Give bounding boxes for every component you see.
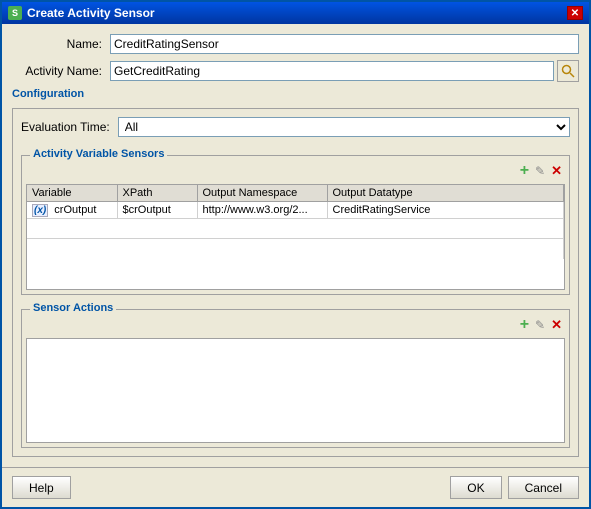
title-bar-left: S Create Activity Sensor: [8, 6, 155, 20]
sensor-actions-title: Sensor Actions: [30, 302, 116, 314]
name-input[interactable]: [110, 34, 579, 54]
activity-variable-sensors-section: Activity Variable Sensors + ✎ ✕: [21, 155, 570, 295]
activity-name-label: Activity Name:: [12, 64, 102, 78]
name-label: Name:: [12, 37, 102, 51]
sensor-actions-delete-button[interactable]: ✕: [550, 316, 563, 334]
sensor-actions-section: Sensor Actions + ✎ ✕: [21, 309, 570, 449]
activity-name-row: Activity Name:: [12, 60, 579, 82]
activity-name-input[interactable]: [110, 61, 554, 81]
create-activity-sensor-window: S Create Activity Sensor ✕ Name: Activit…: [0, 0, 591, 509]
table-header-row: Variable XPath Output Namespace Output D…: [27, 185, 564, 202]
add-action-icon: +: [520, 317, 529, 333]
config-label: Configuration: [12, 88, 579, 100]
help-button[interactable]: Help: [12, 476, 71, 499]
delete-variable-sensor-icon: ✕: [551, 163, 562, 179]
content-area: Name: Activity Name: Configuration: [2, 24, 589, 467]
cell-namespace: http://www.w3.org/2...: [197, 202, 327, 219]
bottom-bar: Help OK Cancel: [2, 467, 589, 507]
cell-xpath: $crOutput: [117, 202, 197, 219]
col-xpath: XPath: [117, 185, 197, 202]
cancel-button[interactable]: Cancel: [508, 476, 579, 499]
activity-name-field-wrapper: [110, 60, 579, 82]
variable-sensors-toolbar: + ✎ ✕: [26, 160, 565, 182]
window-icon: S: [8, 6, 22, 20]
ok-button[interactable]: OK: [450, 476, 501, 499]
variable-name: crOutput: [54, 204, 96, 216]
delete-action-icon: ✕: [551, 317, 562, 333]
variable-sensors-edit-button[interactable]: ✎: [534, 162, 546, 180]
config-group: Evaluation Time: All Start End Activity …: [12, 108, 579, 457]
ok-cancel-row: OK Cancel: [450, 476, 579, 499]
eval-time-select[interactable]: All Start End: [118, 117, 570, 137]
variable-sensors-add-button[interactable]: +: [519, 162, 530, 180]
sensor-actions-add-button[interactable]: +: [519, 316, 530, 334]
activity-search-button[interactable]: [557, 60, 579, 82]
table-row: (x) crOutput $crOutput http://www.w3.org…: [27, 202, 564, 219]
empty-row-2: [27, 239, 564, 259]
close-button[interactable]: ✕: [567, 6, 583, 20]
variable-icon: (x): [32, 204, 48, 217]
variable-sensors-delete-button[interactable]: ✕: [550, 162, 563, 180]
add-variable-sensor-icon: +: [520, 163, 529, 179]
col-variable: Variable: [27, 185, 117, 202]
edit-action-icon: ✎: [535, 318, 545, 332]
variable-sensors-table: Variable XPath Output Namespace Output D…: [27, 185, 564, 259]
eval-time-label: Evaluation Time:: [21, 120, 110, 134]
col-datatype: Output Datatype: [327, 185, 564, 202]
variable-sensors-title: Activity Variable Sensors: [30, 148, 167, 160]
title-bar: S Create Activity Sensor ✕: [2, 2, 589, 24]
empty-row: [27, 219, 564, 239]
eval-time-row: Evaluation Time: All Start End: [21, 117, 570, 137]
edit-variable-sensor-icon: ✎: [535, 164, 545, 178]
search-icon: [561, 64, 575, 78]
sensor-actions-empty-area: [26, 338, 565, 444]
sensor-actions-edit-button[interactable]: ✎: [534, 316, 546, 334]
window-title: Create Activity Sensor: [27, 6, 155, 20]
sensor-actions-toolbar: + ✎ ✕: [26, 314, 565, 336]
name-row: Name:: [12, 34, 579, 54]
cell-variable: (x) crOutput: [27, 202, 117, 219]
col-namespace: Output Namespace: [197, 185, 327, 202]
cell-datatype: CreditRatingService: [327, 202, 564, 219]
variable-sensors-table-container: Variable XPath Output Namespace Output D…: [26, 184, 565, 290]
